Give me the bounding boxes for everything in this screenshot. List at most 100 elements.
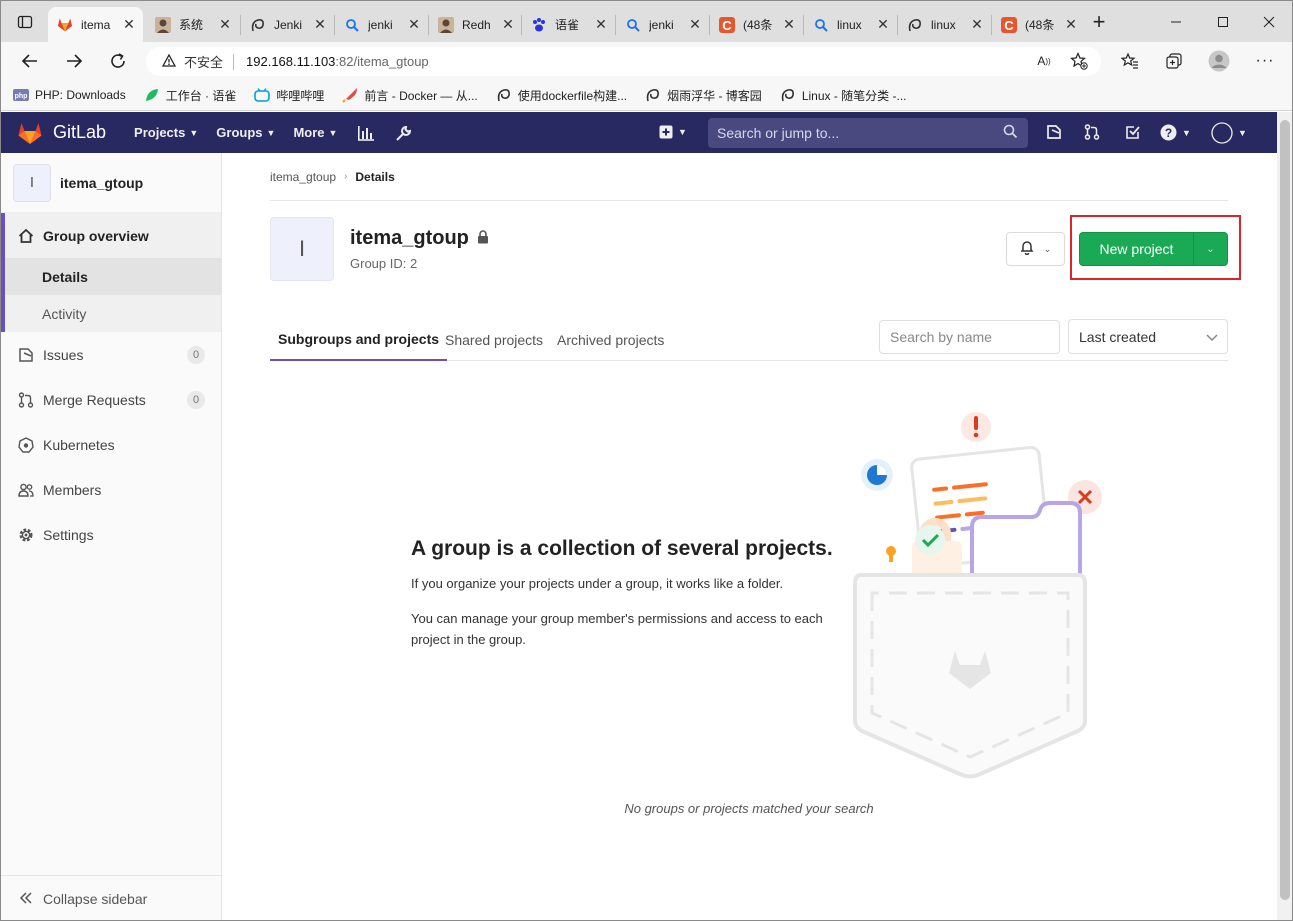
sidebar-item-kubernetes[interactable]: Kubernetes — [1, 422, 221, 467]
merge-request-icon[interactable] — [1084, 124, 1100, 140]
read-aloud-icon[interactable]: A)) — [1031, 48, 1057, 74]
bilibili-icon — [254, 87, 271, 103]
todo-icon[interactable] — [1125, 124, 1141, 140]
chevron-down-icon — [1206, 329, 1218, 345]
help-icon[interactable]: ? ▼ — [1160, 124, 1191, 141]
browser-tab[interactable]: C (48条 ✕ — [710, 7, 803, 42]
close-tab-icon[interactable]: ✕ — [217, 16, 233, 33]
collapse-sidebar-button[interactable]: Collapse sidebar — [1, 875, 221, 920]
browser-tab[interactable]: jenki ✕ — [616, 7, 709, 42]
more-menu-icon[interactable]: ··· — [1252, 48, 1278, 74]
search-by-name-input[interactable]: Search by name — [879, 320, 1060, 354]
forward-button[interactable] — [61, 48, 87, 74]
url-path: :82/itema_gtoup — [335, 54, 429, 69]
close-tab-icon[interactable]: ✕ — [500, 16, 516, 33]
home-icon — [17, 228, 35, 244]
spiral-icon — [250, 17, 266, 33]
close-tab-icon[interactable]: ✕ — [875, 16, 891, 33]
maximize-button[interactable] — [1203, 7, 1243, 37]
breadcrumb-current[interactable]: Details — [355, 170, 394, 184]
sidebar-item-issues[interactable]: Issues 0 — [1, 332, 221, 377]
close-tab-icon[interactable]: ✕ — [121, 16, 137, 33]
browser-tab[interactable]: linux ✕ — [804, 7, 897, 42]
tab-shared-projects[interactable]: Shared projects — [445, 319, 543, 361]
collections-icon[interactable] — [1161, 48, 1187, 74]
bookmark-item[interactable]: php PHP: Downloads — [13, 87, 126, 103]
bookmark-item[interactable]: 工作台 · 语雀 — [144, 87, 236, 104]
close-tab-icon[interactable]: ✕ — [1063, 16, 1079, 33]
browser-tab[interactable]: Jenki ✕ — [241, 7, 334, 42]
spiral-icon — [780, 87, 796, 103]
back-button[interactable] — [17, 48, 43, 74]
notification-dropdown[interactable]: ⌄ — [1006, 232, 1065, 266]
browser-tab[interactable]: itema ✕ — [48, 7, 143, 42]
tab-archived-projects[interactable]: Archived projects — [557, 319, 664, 361]
main-content: itema_gtoup › Details I itema_gtoup Grou… — [270, 153, 1241, 920]
browser-tab[interactable]: C (48条 ✕ — [992, 7, 1085, 42]
close-tab-icon[interactable]: ✕ — [593, 16, 609, 33]
page-title: itema_gtoup — [350, 227, 489, 250]
profile-avatar[interactable] — [1206, 48, 1232, 74]
bookmark-item[interactable]: 烟雨浮华 - 博客园 — [645, 87, 762, 104]
bookmark-item[interactable]: 哔哩哔哩 — [254, 87, 324, 104]
tab-actions-icon[interactable] — [12, 9, 38, 35]
bookmark-item[interactable]: 使用dockerfile构建... — [496, 87, 627, 104]
bookmark-item[interactable]: 前言 - Docker — 从... — [342, 87, 478, 104]
minimize-button[interactable] — [1156, 7, 1196, 37]
close-tab-icon[interactable]: ✕ — [406, 16, 422, 33]
sort-dropdown[interactable]: Last created — [1068, 319, 1228, 354]
svg-text:C: C — [1004, 18, 1014, 33]
scrollbar-thumb[interactable] — [1280, 120, 1290, 900]
insecure-label: 不安全 — [184, 55, 224, 70]
new-tab-icon[interactable]: + — [1086, 9, 1112, 35]
new-dropdown-icon[interactable]: ▼ — [659, 125, 687, 139]
sidebar-item-details[interactable]: Details — [5, 258, 221, 295]
groups-menu[interactable]: Groups ▼ — [216, 125, 275, 140]
gitlab-search-input[interactable]: Search or jump to... — [708, 118, 1028, 148]
browser-tab[interactable]: jenki ✕ — [335, 7, 428, 42]
gitlab-logo[interactable]: GitLab — [17, 121, 106, 145]
sidebar-item-settings[interactable]: Settings — [1, 512, 221, 557]
chevron-down-icon[interactable]: ⌄ — [1194, 233, 1227, 265]
tab-title: itema — [81, 17, 111, 32]
sidebar-item-group-overview[interactable]: Group overview — [5, 213, 221, 258]
user-avatar-icon[interactable]: ▼ — [1211, 122, 1247, 144]
bookmark-item[interactable]: Linux - 随笔分类 -... — [780, 87, 907, 104]
group-overview-section: Group overview Details Activity — [1, 213, 221, 332]
sidebar-item-members[interactable]: Members — [1, 467, 221, 512]
close-tab-icon[interactable]: ✕ — [312, 16, 328, 33]
more-menu[interactable]: More ▼ — [293, 125, 337, 140]
add-favorite-icon[interactable] — [1066, 48, 1092, 74]
tab-subgroups-projects[interactable]: Subgroups and projects — [270, 319, 448, 361]
avatar-icon — [438, 16, 454, 33]
browser-tab[interactable]: 语雀 ✕ — [522, 7, 615, 42]
svg-text:?: ? — [1165, 126, 1172, 140]
kubernetes-icon — [17, 436, 35, 453]
admin-wrench-icon[interactable] — [395, 124, 413, 142]
projects-menu[interactable]: Projects ▼ — [134, 125, 198, 140]
tab-strip: itema ✕ 系统 ✕ Jenki ✕ jenki ✕ Redh ✕ 语雀 ✕ jenki ✕ C (48条… — [1, 1, 1292, 42]
browser-tab[interactable]: linux ✕ — [898, 7, 991, 42]
close-tab-icon[interactable]: ✕ — [687, 16, 703, 33]
sidebar-group-header[interactable]: I itema_gtoup — [1, 153, 221, 213]
favorites-icon[interactable] — [1117, 48, 1143, 74]
close-window-button[interactable] — [1249, 7, 1289, 37]
gitlab-icon — [57, 17, 73, 33]
refresh-button[interactable] — [105, 48, 131, 74]
close-tab-icon[interactable]: ✕ — [969, 16, 985, 33]
breadcrumb-group-link[interactable]: itema_gtoup — [270, 170, 336, 184]
no-results-message: No groups or projects matched your searc… — [624, 801, 874, 816]
sidebar-item-merge-requests[interactable]: Merge Requests 0 — [1, 377, 221, 422]
activity-chart-icon[interactable] — [357, 125, 375, 141]
svg-text:C: C — [722, 18, 732, 33]
sidebar-item-activity[interactable]: Activity — [5, 295, 221, 332]
url-field[interactable]: 不安全 192.168.11.103:82/itema_gtoup — [146, 47, 1101, 76]
issues-icon[interactable] — [1046, 124, 1062, 140]
browser-tab[interactable]: Redh ✕ — [429, 7, 522, 42]
close-tab-icon[interactable]: ✕ — [781, 16, 797, 33]
new-project-button[interactable]: New project ⌄ — [1079, 232, 1228, 266]
page-scrollbar[interactable] — [1277, 112, 1292, 920]
browser-tab[interactable]: 系统 ✕ — [146, 7, 239, 42]
chevron-down-icon: ▼ — [189, 127, 199, 138]
bell-icon — [1020, 240, 1034, 258]
